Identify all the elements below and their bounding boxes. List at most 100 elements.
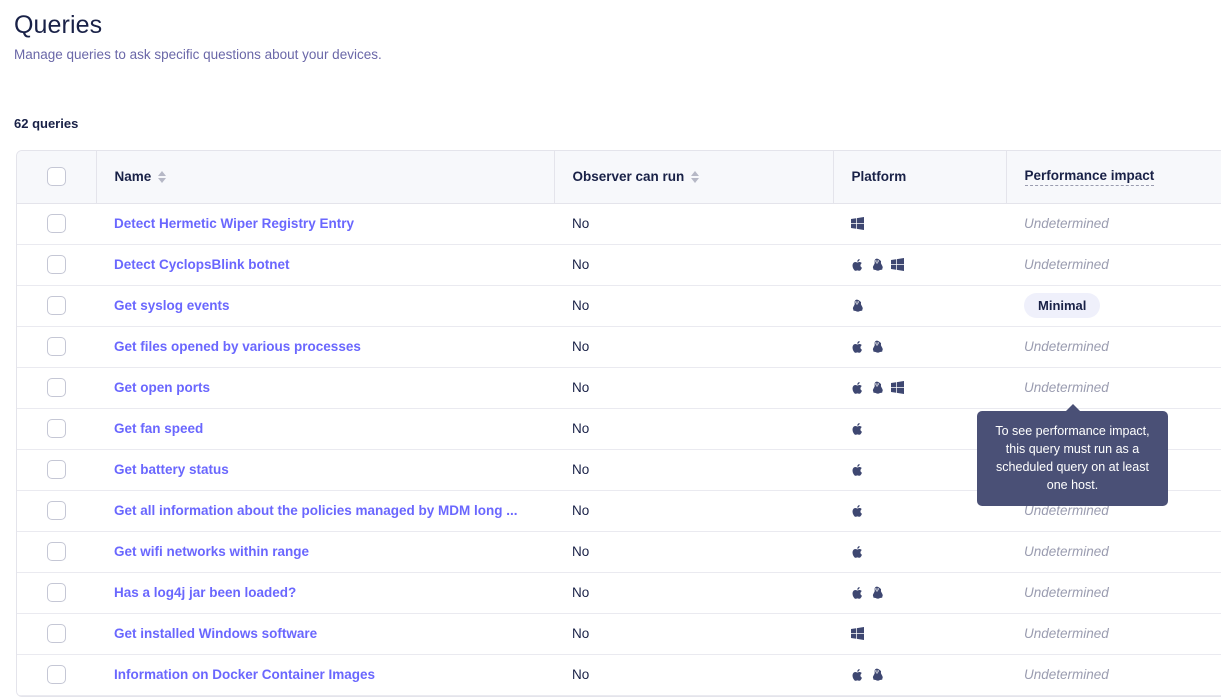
performance-impact-undetermined: Undetermined — [1024, 216, 1109, 231]
performance-impact-undetermined: Undetermined — [1024, 257, 1109, 272]
linux-icon — [851, 299, 863, 313]
page-title: Queries — [14, 11, 103, 39]
tooltip-arrow — [1064, 404, 1081, 412]
performance-impact-cell: Minimal — [1006, 285, 1221, 327]
column-header-performance-impact[interactable]: Performance impact — [1006, 151, 1221, 204]
query-name-link[interactable]: Get wifi networks within range — [114, 544, 309, 559]
observer-can-run-cell: No — [554, 490, 833, 532]
linux-icon — [852, 299, 863, 312]
observer-can-run-cell: No — [554, 654, 833, 696]
column-header-observer-can-run[interactable]: Observer can run — [554, 151, 834, 204]
row-checkbox[interactable] — [47, 460, 66, 479]
query-name-link[interactable]: Get installed Windows software — [114, 626, 317, 641]
row-checkbox[interactable] — [47, 501, 66, 520]
apple-icon — [851, 381, 863, 395]
linux-icon — [872, 258, 883, 271]
tooltip-text: To see performance impact, this query mu… — [995, 424, 1150, 492]
performance-impact-undetermined: Undetermined — [1024, 380, 1109, 395]
row-select-cell — [17, 408, 96, 450]
row-select-cell — [17, 449, 96, 491]
query-name-cell: Get files opened by various processes — [96, 326, 554, 368]
performance-impact-cell: Undetermined — [1006, 613, 1221, 655]
performance-impact-undetermined: Undetermined — [1024, 667, 1109, 682]
observer-can-run-cell: No — [554, 285, 833, 327]
row-select-cell — [17, 203, 96, 245]
sort-icon[interactable] — [158, 170, 167, 183]
platform-icon-group — [851, 340, 1006, 354]
table-header-row: Name Observer can run Platform Performan… — [17, 151, 1221, 204]
row-checkbox[interactable] — [47, 583, 66, 602]
row-select-cell — [17, 613, 96, 655]
query-name-cell: Information on Docker Container Images — [96, 654, 554, 696]
query-name-cell: Get syslog events — [96, 285, 554, 327]
query-name-link[interactable]: Get syslog events — [114, 298, 230, 313]
platform-icon-group — [851, 217, 1006, 230]
apple-icon — [852, 381, 862, 394]
query-name-cell: Get installed Windows software — [96, 613, 554, 655]
query-name-cell: Get fan speed — [96, 408, 554, 450]
query-name-link[interactable]: Get files opened by various processes — [114, 339, 361, 354]
linux-icon — [872, 668, 883, 681]
row-checkbox[interactable] — [47, 419, 66, 438]
observer-can-run-cell: No — [554, 572, 833, 614]
windows-icon — [891, 258, 904, 271]
platform-icon-group — [851, 627, 1006, 640]
observer-can-run-cell: No — [554, 613, 833, 655]
platform-cell — [833, 367, 1006, 409]
linux-icon — [871, 258, 883, 272]
query-name-link[interactable]: Detect Hermetic Wiper Registry Entry — [114, 216, 354, 231]
row-checkbox[interactable] — [47, 665, 66, 684]
apple-icon — [852, 668, 862, 681]
table-row[interactable]: Detect CyclopsBlink botnet No Undetermined — [17, 244, 1221, 286]
performance-impact-undetermined: Undetermined — [1024, 585, 1109, 600]
windows-icon — [891, 381, 904, 394]
table-row[interactable]: Get open ports No Undetermined — [17, 367, 1221, 409]
query-name-link[interactable]: Information on Docker Container Images — [114, 667, 375, 682]
platform-cell — [833, 326, 1006, 368]
query-name-link[interactable]: Has a log4j jar been loaded? — [114, 585, 296, 600]
column-header-name[interactable]: Name — [96, 151, 555, 204]
row-select-cell — [17, 367, 96, 409]
apple-icon — [852, 586, 862, 599]
table-row[interactable]: Information on Docker Container Images No… — [17, 654, 1221, 696]
platform-icon-group — [851, 586, 1006, 600]
sort-icon[interactable] — [691, 170, 700, 183]
performance-impact-cell: Undetermined — [1006, 244, 1221, 286]
platform-icon-group — [851, 299, 1006, 313]
query-name-link[interactable]: Get fan speed — [114, 421, 203, 436]
apple-icon — [851, 545, 863, 559]
apple-icon — [851, 504, 863, 518]
row-checkbox[interactable] — [47, 542, 66, 561]
query-name-link[interactable]: Get all information about the policies m… — [114, 503, 518, 518]
row-checkbox[interactable] — [47, 378, 66, 397]
table-row[interactable]: Detect Hermetic Wiper Registry Entry No Un… — [17, 203, 1221, 245]
table-row[interactable]: Get syslog events No Minimal — [17, 285, 1221, 327]
row-checkbox[interactable] — [47, 337, 66, 356]
query-name-link[interactable]: Get battery status — [114, 462, 229, 477]
apple-icon — [851, 422, 863, 436]
linux-icon — [871, 340, 883, 354]
windows-icon — [851, 627, 864, 640]
observer-can-run-cell: No — [554, 408, 833, 450]
column-header-performance-label: Performance impact — [1024, 168, 1155, 186]
table-row[interactable]: Has a log4j jar been loaded? No Undetermin… — [17, 572, 1221, 614]
row-checkbox[interactable] — [47, 255, 66, 274]
row-select-cell — [17, 531, 96, 573]
row-checkbox[interactable] — [47, 296, 66, 315]
row-checkbox[interactable] — [47, 624, 66, 643]
query-name-cell: Detect Hermetic Wiper Registry Entry — [96, 203, 554, 245]
row-checkbox[interactable] — [47, 214, 66, 233]
table-row[interactable]: Get wifi networks within range No Undeterm… — [17, 531, 1221, 573]
windows-icon — [891, 258, 904, 271]
select-all-checkbox[interactable] — [46, 167, 66, 187]
platform-icon-group — [851, 258, 1006, 272]
query-name-link[interactable]: Get open ports — [114, 380, 210, 395]
windows-icon — [851, 217, 864, 230]
table-row[interactable]: Get files opened by various processes No U… — [17, 326, 1221, 368]
performance-impact-cell: Undetermined — [1006, 326, 1221, 368]
row-select-cell — [17, 654, 96, 696]
table-row[interactable]: Get installed Windows software No Undeterm… — [17, 613, 1221, 655]
query-name-link[interactable]: Detect CyclopsBlink botnet — [114, 257, 290, 272]
query-count: 62 queries — [14, 116, 79, 131]
query-name-cell: Get open ports — [96, 367, 554, 409]
